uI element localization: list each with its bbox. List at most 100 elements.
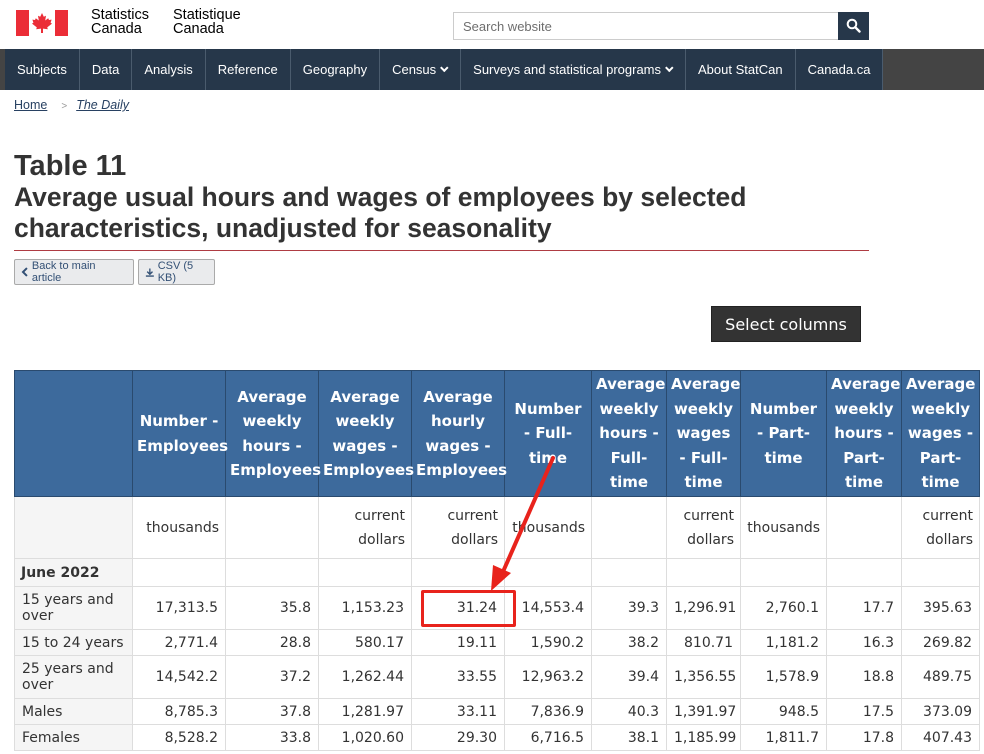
- table-cell: 1,811.7: [740, 724, 827, 751]
- table-column-header: Average weekly hours - Full-time: [591, 370, 667, 497]
- table-cell: 1,356.55: [666, 655, 741, 699]
- table-cell-empty: [318, 558, 412, 587]
- table-cell: 1,153.23: [318, 586, 412, 630]
- table-column-header: Average weekly wages - Employees: [318, 370, 414, 497]
- table-unit-cell: current dollars: [901, 496, 980, 559]
- table-row-header: Males: [14, 698, 133, 725]
- table-row: 15 years and over 17,313.5 35.8 1,153.23 31.…: [14, 586, 980, 630]
- table-cell: 40.3: [591, 698, 667, 725]
- table-cell: 39.4: [591, 655, 667, 699]
- menu-item-data[interactable]: Data: [80, 49, 133, 90]
- table-cell: 37.2: [225, 655, 319, 699]
- table-cell: 1,181.2: [740, 629, 827, 656]
- table-cell: 7,836.9: [504, 698, 592, 725]
- table-cell-empty: [826, 558, 902, 587]
- menu-item-census[interactable]: Census: [380, 49, 462, 90]
- canada-flag-icon[interactable]: [16, 10, 68, 36]
- table-column-header: Average hourly wages - Employees: [411, 370, 507, 497]
- signature-en-line2: Canada: [91, 21, 142, 37]
- menu-item-label: Data: [91, 62, 120, 77]
- menu-item-label: Reference: [217, 62, 278, 77]
- table-cell-empty: [591, 558, 667, 587]
- page-title-block: Table 11 Average usual hours and wages o…: [14, 150, 869, 251]
- table-column-header: Average weekly hours - Part-time: [826, 370, 902, 497]
- back-to-main-article-button[interactable]: Back to main article: [14, 259, 134, 285]
- table-column-header: Number - Part-time: [740, 370, 827, 497]
- table-cell: 17.5: [826, 698, 902, 725]
- menu-item-subjects[interactable]: Subjects: [5, 49, 80, 90]
- table-section-label: June 2022: [14, 558, 133, 587]
- table-unit-cell: thousands: [504, 496, 592, 559]
- page-title-table-number: Table 11: [14, 150, 127, 182]
- chevron-down-icon: [665, 63, 674, 72]
- table-row-header: 25 years and over: [14, 655, 133, 699]
- signature-en: Statistics Canada: [91, 7, 150, 37]
- menu-item-label: Canada.ca: [807, 62, 871, 77]
- table-unit-cell: [225, 496, 319, 559]
- table-cell: 6,716.5: [504, 724, 592, 751]
- table-cell: 1,590.2: [504, 629, 592, 656]
- breadcrumb: Home > The Daily: [14, 98, 129, 112]
- table-cell-empty: [411, 558, 505, 587]
- breadcrumb-home-link[interactable]: Home: [14, 98, 47, 112]
- table-row-header: 15 to 24 years: [14, 629, 133, 656]
- table-cell: 28.8: [225, 629, 319, 656]
- table-cell: 31.24: [411, 586, 505, 630]
- table-units-row: thousands current dollars current dollars t…: [14, 496, 980, 559]
- table-column-header: Average weekly wages - Full-time: [666, 370, 741, 497]
- table-cell: 373.09: [901, 698, 980, 725]
- menu-item-about-statcan[interactable]: About StatCan: [686, 49, 796, 90]
- table-section-row: June 2022: [14, 558, 980, 587]
- table-cell: 17.8: [826, 724, 902, 751]
- table-row: 15 to 24 years 2,771.4 28.8 580.17 19.11 1,59…: [14, 629, 980, 656]
- table-cell: 38.2: [591, 629, 667, 656]
- table-cell-empty: [132, 558, 226, 587]
- page-title: Average usual hours and wages of employe…: [14, 182, 747, 243]
- search-input[interactable]: [453, 12, 838, 40]
- table-cell: 1,281.97: [318, 698, 412, 725]
- table-cell-empty: [225, 558, 319, 587]
- table-cell: 948.5: [740, 698, 827, 725]
- table-cell: 407.43: [901, 724, 980, 751]
- signature-en-line1: Statistics: [91, 7, 150, 23]
- search-icon: [846, 18, 861, 33]
- main-menu-items: Subjects Data Analysis Reference Geography Ce…: [5, 49, 884, 90]
- menu-item-geography[interactable]: Geography: [291, 49, 381, 90]
- data-table: Number - Employees Average weekly hours -…: [14, 370, 980, 751]
- search-button[interactable]: [838, 12, 869, 40]
- table-cell-empty: [666, 558, 741, 587]
- menu-item-analysis[interactable]: Analysis: [132, 49, 206, 90]
- table-cell-empty: [740, 558, 827, 587]
- table-unit-cell: current dollars: [411, 496, 505, 559]
- table-row: Males 8,785.3 37.8 1,281.97 33.11 7,836.9 40.3…: [14, 698, 980, 725]
- table-unit-cell: thousands: [740, 496, 827, 559]
- table-cell: 33.11: [411, 698, 505, 725]
- table-cell: 1,578.9: [740, 655, 827, 699]
- table-cell: 2,771.4: [132, 629, 226, 656]
- table-cell: 1,391.97: [666, 698, 741, 725]
- breadcrumb-the-daily-link[interactable]: The Daily: [76, 98, 129, 112]
- table-cell: 14,553.4: [504, 586, 592, 630]
- table-cell: 17.7: [826, 586, 902, 630]
- table-cell: 38.1: [591, 724, 667, 751]
- csv-download-button[interactable]: CSV (5 KB): [138, 259, 215, 285]
- table-row-header: Females: [14, 724, 133, 751]
- table-cell: 35.8: [225, 586, 319, 630]
- table-cell: 580.17: [318, 629, 412, 656]
- select-columns-button[interactable]: Select columns: [711, 306, 861, 342]
- table-unit-cell: [826, 496, 902, 559]
- menu-item-surveys-and-statistical-programs[interactable]: Surveys and statistical programs: [461, 49, 687, 90]
- signature-fr-line1: Statistique: [173, 7, 241, 23]
- breadcrumb-separator: >: [61, 101, 68, 112]
- table-cell: 19.11: [411, 629, 505, 656]
- main-menu: Subjects Data Analysis Reference Geography Ce…: [0, 49, 984, 90]
- chevron-left-icon: [21, 267, 28, 277]
- table-cell: 33.8: [225, 724, 319, 751]
- menu-item-canada-ca[interactable]: Canada.ca: [796, 49, 884, 90]
- table-column-header: Average weekly hours - Employees: [225, 370, 321, 497]
- menu-item-label: About StatCan: [698, 62, 783, 77]
- table-cell: 1,020.60: [318, 724, 412, 751]
- table-column-header: Number - Employees: [132, 370, 228, 497]
- menu-item-label: Surveys and statistical programs: [473, 62, 662, 77]
- menu-item-reference[interactable]: Reference: [206, 49, 291, 90]
